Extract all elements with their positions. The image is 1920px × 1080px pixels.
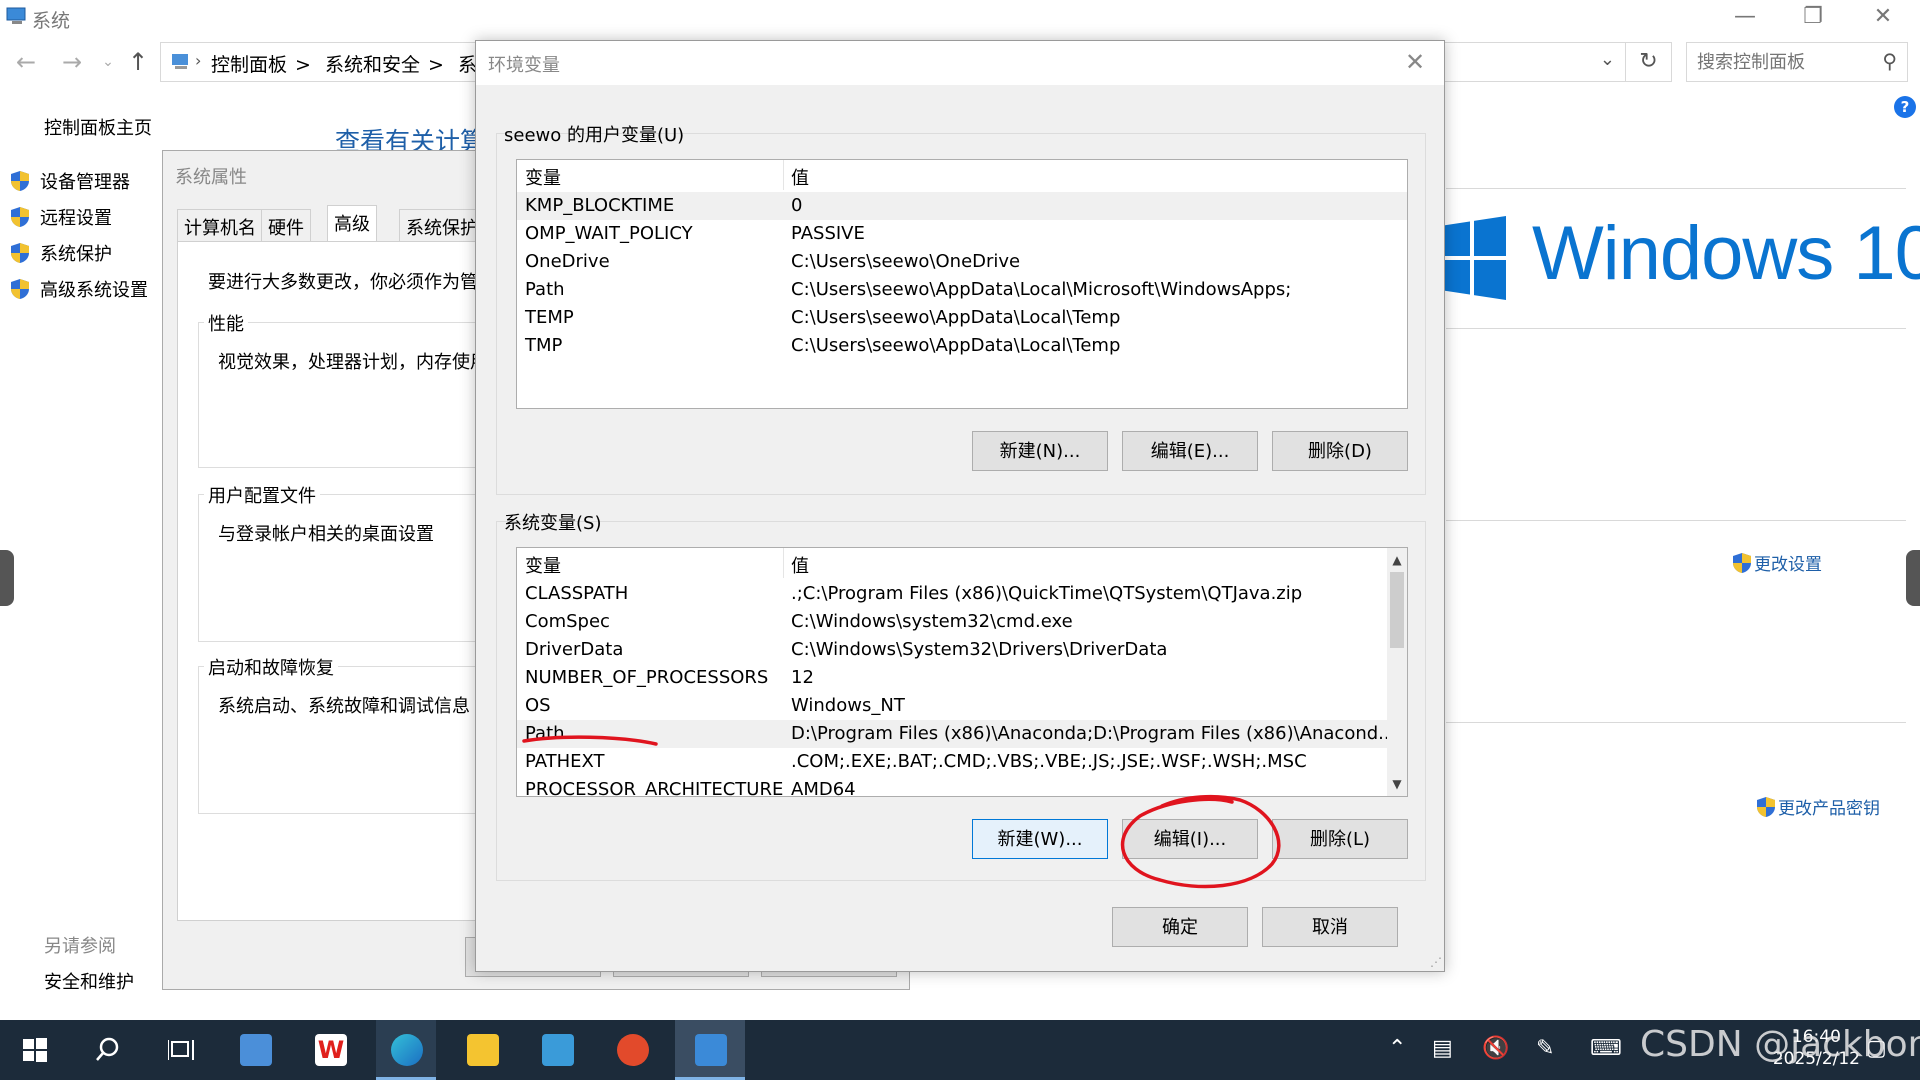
snipping-tool-icon[interactable] [602, 1020, 662, 1080]
windows-start-icon [23, 1038, 47, 1062]
task-view-icon[interactable] [150, 1020, 210, 1080]
settings-app-icon[interactable] [527, 1020, 587, 1080]
underline-annotation [522, 735, 658, 746]
pen-icon[interactable]: ✎ [1536, 1036, 1554, 1061]
edge-browser-icon[interactable] [376, 1020, 436, 1080]
start-button[interactable] [5, 1020, 65, 1080]
file-explorer-icon[interactable] [452, 1020, 512, 1080]
circle-annotation [1120, 794, 1281, 889]
taskbar: W ⌃ ▤ 🔇 ✎ ⌨ 16:40 2025/2/12 ▢ [0, 1020, 1920, 1080]
system-window-taskbar-icon[interactable] [675, 1020, 745, 1080]
wps-icon[interactable]: W [300, 1020, 360, 1080]
computer-app-icon[interactable] [225, 1020, 285, 1080]
red-annotation-layer [522, 735, 1281, 889]
volume-muted-icon[interactable]: 🔇 [1482, 1036, 1509, 1061]
tray-chevron-up-icon[interactable]: ⌃ [1388, 1036, 1406, 1061]
watermark: CSDN @jackbon [1640, 1024, 1920, 1065]
network-icon[interactable]: ▤ [1432, 1036, 1453, 1061]
search-icon[interactable] [77, 1020, 137, 1080]
keyboard-icon[interactable]: ⌨ [1590, 1036, 1622, 1061]
